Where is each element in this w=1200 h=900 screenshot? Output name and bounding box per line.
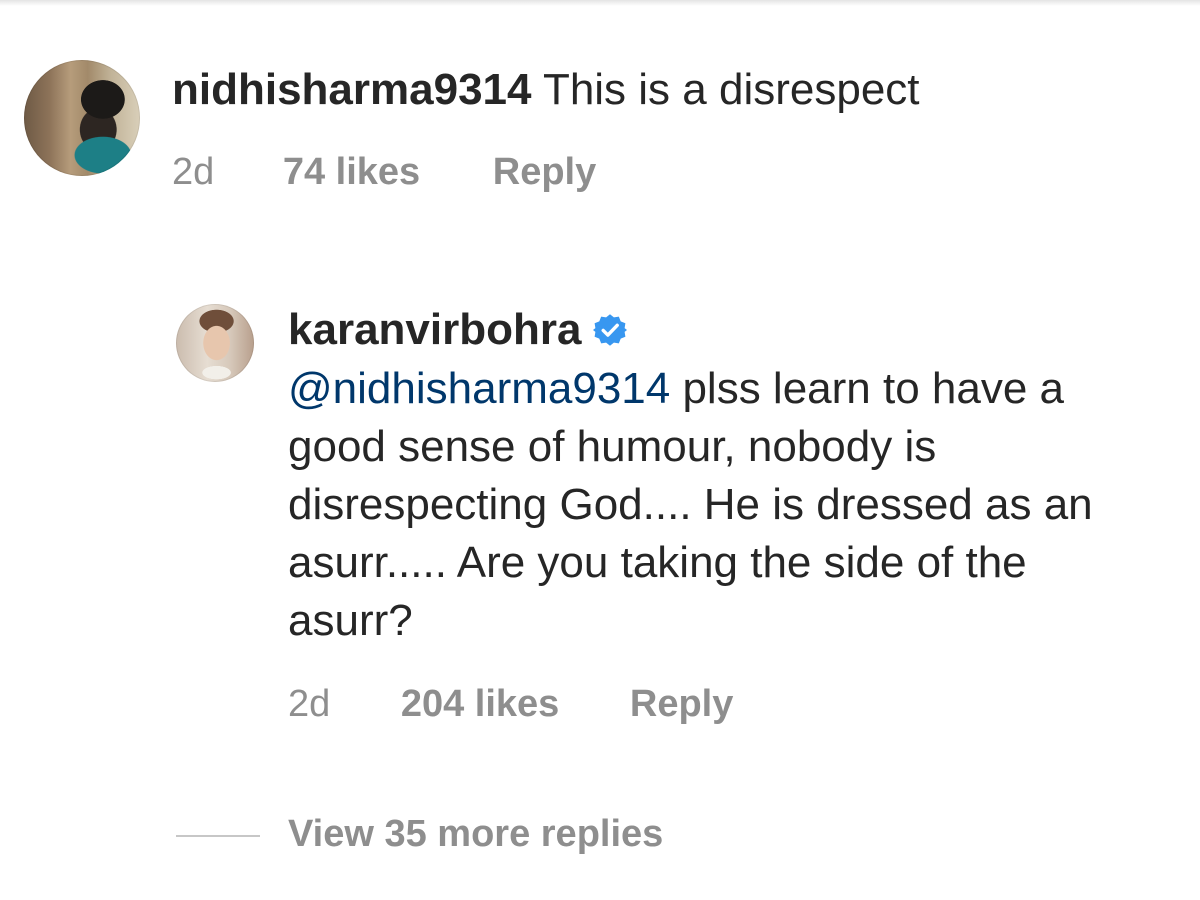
avatar-ring (176, 304, 254, 382)
reply-button[interactable]: Reply (630, 683, 733, 725)
mention-link[interactable]: @nidhisharma9314 (288, 364, 670, 413)
comment-meta: 2d 74 likes Reply (172, 150, 596, 194)
comment-username[interactable]: nidhisharma9314 (172, 65, 532, 114)
view-more-replies-button[interactable]: View 35 more replies (288, 812, 663, 856)
comment-username[interactable]: karanvirbohra (288, 305, 581, 354)
reply-username-line: karanvirbohra (288, 302, 628, 358)
verified-badge-icon (593, 314, 628, 346)
top-divider (0, 0, 1200, 6)
replies-divider-line (176, 835, 260, 837)
comment-text-line: nidhisharma9314 This is a disrespect (172, 62, 920, 118)
comment-timestamp: 2d (172, 151, 215, 193)
comment-likes-count[interactable]: 204 likes (401, 683, 559, 725)
avatar[interactable] (24, 60, 140, 176)
avatar[interactable] (176, 304, 254, 382)
comment-meta: 2d 204 likes Reply (288, 682, 733, 726)
comment-body: @nidhisharma9314 plss learn to have a go… (288, 360, 1118, 650)
comment-body: This is a disrespect (542, 65, 920, 114)
comment-likes-count[interactable]: 74 likes (283, 150, 420, 194)
comment-timestamp: 2d (288, 683, 331, 725)
avatar-ring (24, 60, 140, 176)
reply-button[interactable]: Reply (493, 150, 596, 194)
